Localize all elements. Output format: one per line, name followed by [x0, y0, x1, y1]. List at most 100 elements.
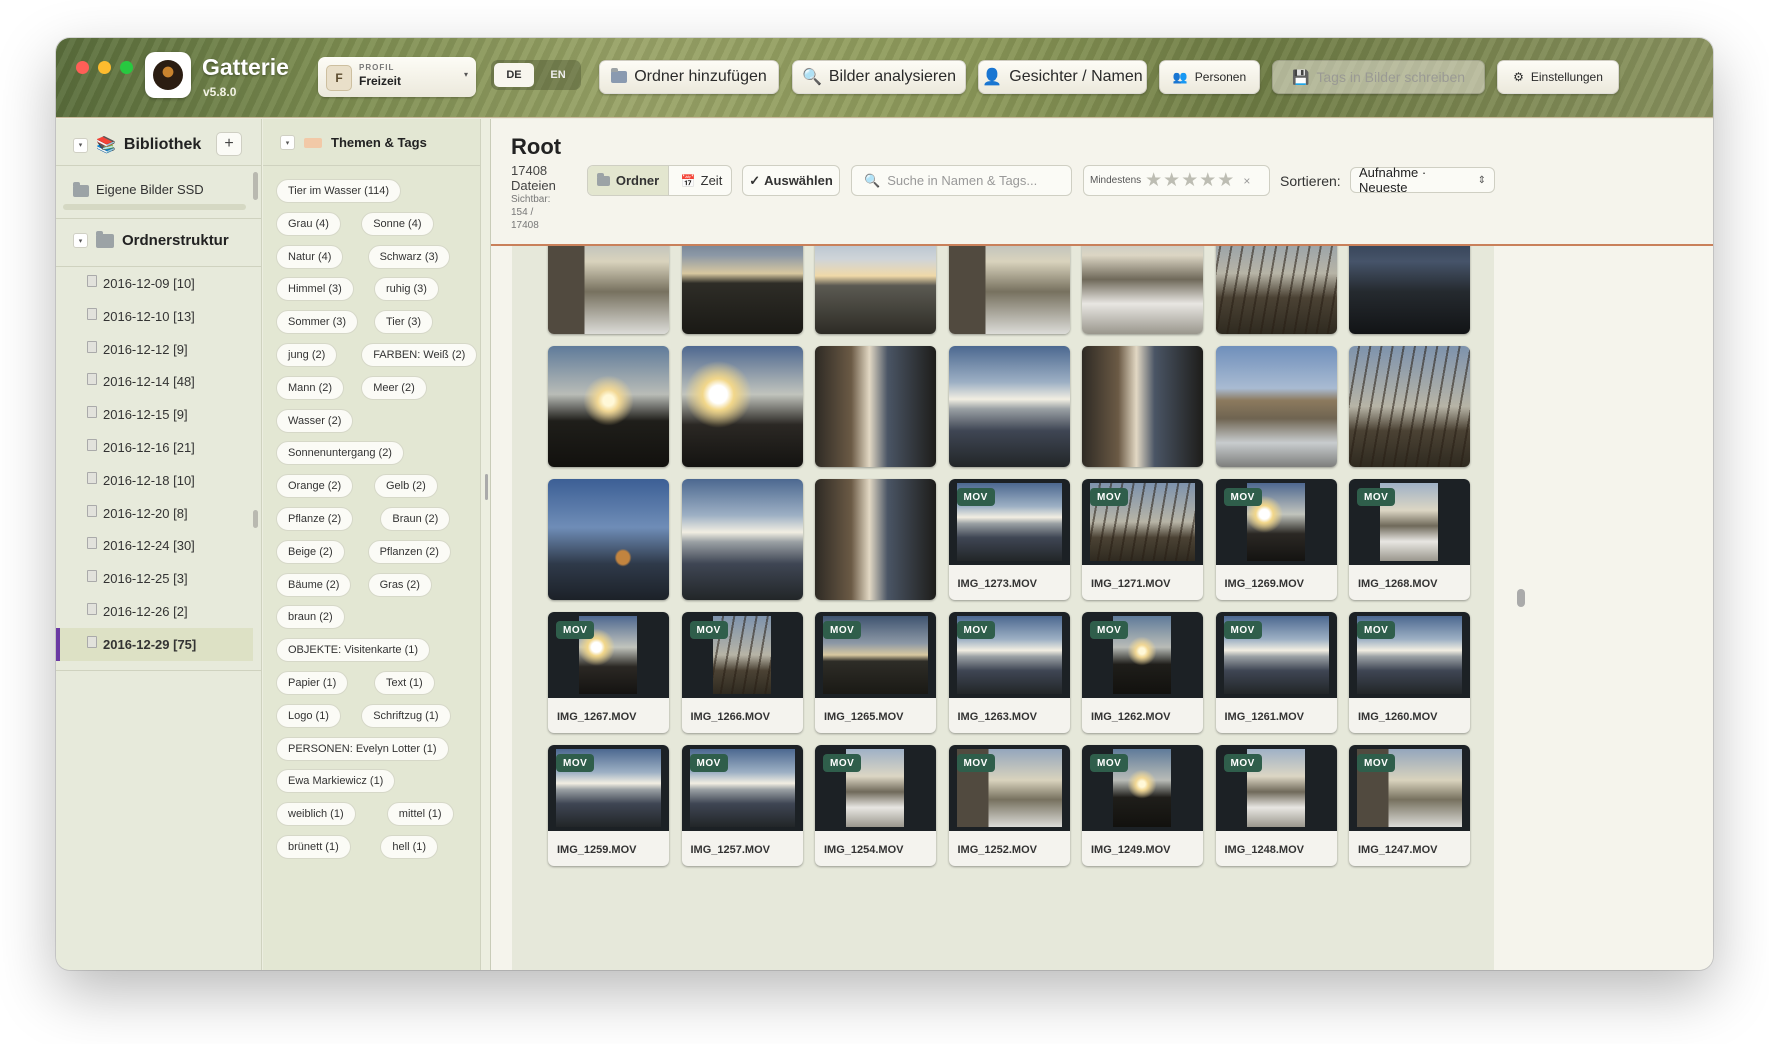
video-thumbnail[interactable]: MOV IMG_1271.MOV: [1082, 479, 1203, 600]
photo-thumbnail[interactable]: [815, 346, 936, 467]
video-thumbnail[interactable]: MOV IMG_1254.MOV: [815, 745, 936, 866]
folders-disclosure-toggle[interactable]: ▾: [73, 233, 88, 248]
lang-de-button[interactable]: DE: [494, 63, 534, 87]
search-input[interactable]: 🔍 Suche in Namen & Tags...: [851, 165, 1072, 196]
video-thumbnail[interactable]: MOV IMG_1262.MOV: [1082, 612, 1203, 733]
tag-chip[interactable]: hell (1): [380, 835, 439, 859]
tag-chip[interactable]: Natur (4): [276, 244, 344, 269]
close-window-button[interactable]: [76, 61, 89, 74]
select-button[interactable]: ✓ Auswählen: [742, 165, 840, 196]
sort-select[interactable]: Aufnahme · Neueste ⇕: [1350, 165, 1495, 195]
video-thumbnail[interactable]: MOV IMG_1260.MOV: [1349, 612, 1470, 733]
tag-chip[interactable]: FARBEN: Weiß (2): [361, 343, 478, 367]
tag-chip[interactable]: Tier im Wasser (114): [276, 179, 402, 203]
folder-item[interactable]: 2016-12-26 [2]: [56, 595, 253, 628]
photo-thumbnail[interactable]: [815, 246, 936, 334]
tag-chip[interactable]: Himmel (3): [276, 277, 354, 302]
tag-chip[interactable]: PERSONEN: Evelyn Lotter (1): [276, 736, 449, 761]
video-thumbnail[interactable]: MOV IMG_1266.MOV: [681, 612, 803, 733]
photo-thumbnail[interactable]: [948, 346, 1070, 467]
view-time-button[interactable]: 📅 Zeit: [670, 166, 731, 195]
video-thumbnail[interactable]: MOV IMG_1247.MOV: [1349, 745, 1470, 866]
tag-chip[interactable]: Schwarz (3): [367, 244, 451, 269]
pane-splitter[interactable]: [482, 119, 491, 970]
photo-thumbnail[interactable]: [1082, 246, 1203, 334]
library-disclosure-toggle[interactable]: ▾: [73, 137, 88, 153]
persons-button[interactable]: 👥 Personen: [1159, 60, 1260, 94]
view-folder-button[interactable]: Ordner: [588, 166, 669, 195]
grid-scrollbar[interactable]: [1517, 589, 1525, 607]
tag-chip[interactable]: mittel (1): [386, 802, 454, 827]
folder-item[interactable]: 2016-12-24 [30]: [56, 529, 253, 562]
zoom-window-button[interactable]: [120, 61, 133, 74]
photo-thumbnail[interactable]: [548, 246, 669, 334]
video-thumbnail[interactable]: MOV IMG_1257.MOV: [681, 745, 803, 866]
tag-chip[interactable]: Orange (2): [276, 474, 354, 499]
folder-item[interactable]: 2016-12-16 [21]: [56, 431, 253, 464]
tag-chip[interactable]: Grau (4): [276, 211, 341, 236]
tag-chip[interactable]: Logo (1): [276, 703, 341, 728]
write-tags-button[interactable]: 💾 Tags in Bilder schreiben: [1272, 60, 1485, 94]
folder-item[interactable]: 2016-12-29 [75]: [56, 627, 253, 661]
video-thumbnail[interactable]: MOV IMG_1273.MOV: [948, 479, 1070, 600]
photo-thumbnail[interactable]: [681, 246, 803, 334]
tag-chip[interactable]: Tier (3): [374, 310, 434, 335]
rating-stars[interactable]: ★★★★★: [1145, 169, 1235, 192]
video-thumbnail[interactable]: MOV IMG_1269.MOV: [1215, 479, 1337, 600]
tag-chip[interactable]: Mann (2): [276, 375, 345, 400]
tag-chip[interactable]: Sonne (4): [361, 211, 434, 236]
tag-chip[interactable]: Pflanzen (2): [367, 539, 451, 564]
folder-item[interactable]: 2016-12-12 [9]: [56, 333, 253, 366]
tag-chip[interactable]: Wasser (2): [276, 408, 354, 433]
folder-item[interactable]: 2016-12-15 [9]: [56, 398, 253, 431]
video-thumbnail[interactable]: MOV IMG_1259.MOV: [548, 745, 669, 866]
tag-chip[interactable]: Meer (2): [361, 375, 427, 400]
video-thumbnail[interactable]: MOV IMG_1265.MOV: [815, 612, 936, 733]
photo-thumbnail[interactable]: [681, 479, 803, 600]
tag-chip[interactable]: Beige (2): [276, 539, 345, 564]
video-thumbnail[interactable]: MOV IMG_1267.MOV: [548, 612, 669, 733]
lang-en-button[interactable]: EN: [538, 63, 578, 87]
photo-thumbnail[interactable]: [548, 346, 669, 467]
photo-thumbnail[interactable]: [948, 246, 1070, 334]
photo-thumbnail[interactable]: [548, 479, 669, 600]
video-thumbnail[interactable]: MOV IMG_1263.MOV: [948, 612, 1070, 733]
tag-chip[interactable]: Gelb (2): [374, 474, 438, 499]
photo-thumbnail[interactable]: [1349, 246, 1470, 334]
tag-chip[interactable]: Schriftzug (1): [361, 703, 451, 728]
photo-thumbnail[interactable]: [1215, 346, 1337, 467]
folder-item[interactable]: 2016-12-09 [10]: [56, 267, 253, 300]
tag-chip[interactable]: Text (1): [374, 671, 435, 695]
video-thumbnail[interactable]: MOV IMG_1252.MOV: [948, 745, 1070, 866]
tag-chip[interactable]: jung (2): [276, 343, 338, 367]
video-thumbnail[interactable]: MOV IMG_1268.MOV: [1349, 479, 1470, 600]
folder-item[interactable]: 2016-12-10 [13]: [56, 300, 253, 333]
photo-thumbnail[interactable]: [1082, 346, 1203, 467]
analyze-images-button[interactable]: 🔍 Bilder analysieren: [792, 60, 966, 94]
tag-chip[interactable]: ruhig (3): [374, 277, 439, 302]
tag-chip[interactable]: Bäume (2): [276, 572, 352, 597]
library-item[interactable]: Eigene Bilder SSD: [56, 174, 253, 206]
settings-button[interactable]: ⚙ Einstellungen: [1497, 60, 1619, 94]
folder-item[interactable]: 2016-12-20 [8]: [56, 497, 253, 530]
tag-chip[interactable]: Pflanze (2): [276, 507, 354, 531]
tag-chip[interactable]: braun (2): [276, 605, 345, 630]
add-library-button[interactable]: +: [216, 132, 242, 156]
folder-item[interactable]: 2016-12-25 [3]: [56, 562, 253, 595]
tag-chip[interactable]: Gras (2): [367, 572, 432, 597]
tag-chip[interactable]: weiblich (1): [276, 802, 356, 827]
video-thumbnail[interactable]: MOV IMG_1249.MOV: [1082, 745, 1203, 866]
folder-item[interactable]: 2016-12-18 [10]: [56, 464, 253, 497]
minimize-window-button[interactable]: [98, 61, 111, 74]
tag-chip[interactable]: OBJEKTE: Visitenkarte (1): [276, 638, 431, 663]
folder-item[interactable]: 2016-12-14 [48]: [56, 365, 253, 398]
tag-chip[interactable]: Papier (1): [276, 671, 349, 695]
photo-thumbnail[interactable]: [815, 479, 936, 600]
photo-thumbnail[interactable]: [1349, 346, 1470, 467]
tag-chip[interactable]: Sonnenuntergang (2): [276, 441, 404, 466]
photo-thumbnail[interactable]: [681, 346, 803, 467]
photo-thumbnail[interactable]: [1215, 246, 1337, 334]
tag-chip[interactable]: Ewa Markiewicz (1): [276, 769, 396, 794]
video-thumbnail[interactable]: MOV IMG_1261.MOV: [1215, 612, 1337, 733]
profile-selector[interactable]: F PROFIL Freizeit ▾: [318, 57, 476, 97]
